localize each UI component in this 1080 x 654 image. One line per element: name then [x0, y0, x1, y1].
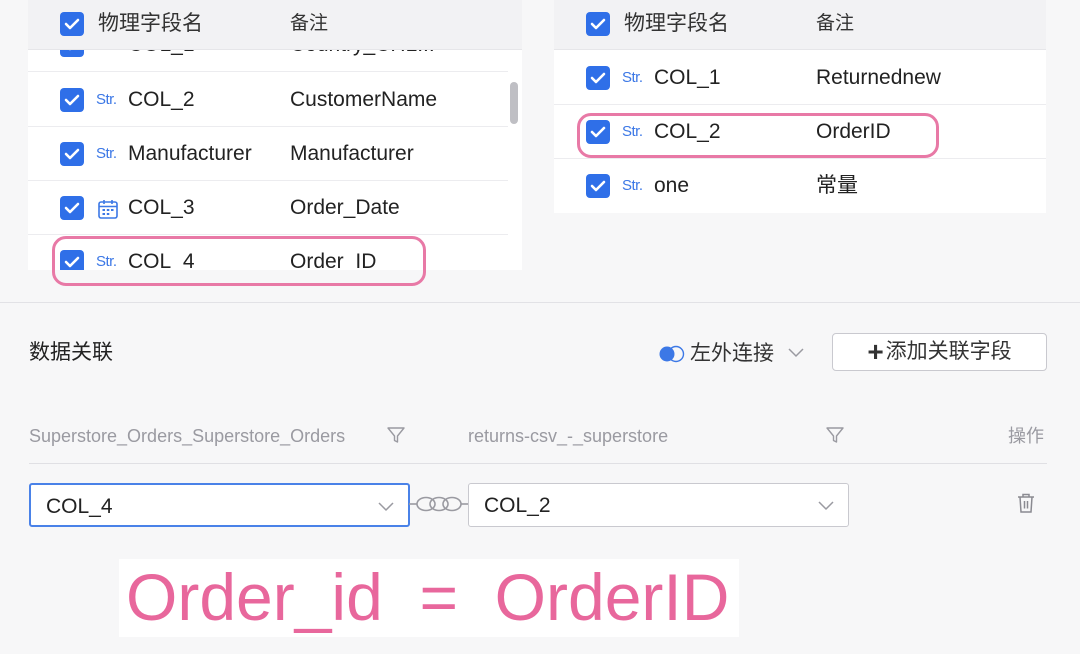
join-type-label: 左外连接 — [690, 342, 774, 365]
table-row[interactable]: Str. one 常量 — [554, 159, 1046, 213]
operations-header: 操作 — [1008, 426, 1044, 446]
note-header: 备注 — [816, 13, 855, 34]
right-field-table: 物理字段名 备注 Str. COL_1 Returnednew Str. COL… — [554, 0, 1046, 213]
left-field-table: 物理字段名 备注 Str. COL_1 Country_CHL... Str. … — [28, 0, 522, 270]
field-name: COL_4 — [128, 249, 195, 271]
data-relation-editor: 物理字段名 备注 Str. COL_1 Country_CHL... Str. … — [0, 0, 1080, 654]
field-note: Order_ID — [290, 249, 377, 271]
string-type-icon: Str. — [96, 252, 117, 270]
add-relation-field-label: 添加关联字段 — [885, 340, 1012, 363]
right-field-select[interactable]: COL_2 — [468, 483, 849, 527]
row-checkbox[interactable] — [60, 141, 84, 166]
right-source-header: returns-csv_-_superstore — [468, 426, 669, 446]
row-checkbox[interactable] — [60, 195, 84, 220]
string-type-icon: Str. — [622, 177, 643, 194]
string-type-icon: Str. — [96, 90, 117, 108]
table-row[interactable]: COL_3 Order_Date — [28, 181, 508, 235]
string-type-icon: Str. — [96, 144, 117, 162]
field-note: 常量 — [816, 174, 858, 197]
table-row[interactable]: Str. COL_2 OrderID — [554, 105, 1046, 159]
scrollbar-thumb[interactable] — [510, 82, 518, 124]
left-table-header: 物理字段名 备注 — [28, 0, 522, 50]
field-name: COL_1 — [654, 65, 721, 89]
select-all-checkbox[interactable] — [586, 12, 610, 36]
field-note: OrderID — [816, 119, 891, 143]
select-all-checkbox[interactable] — [60, 12, 84, 36]
row-checkbox[interactable] — [586, 119, 610, 144]
join-type-select[interactable]: 左外连接 — [658, 340, 804, 368]
left-field-value: COL_4 — [46, 495, 113, 518]
field-note: CustomerName — [290, 87, 438, 111]
chevron-down-icon — [788, 345, 804, 363]
filter-icon[interactable] — [386, 425, 406, 450]
table-row[interactable]: Str. COL_2 CustomerName — [28, 73, 508, 127]
data-relation-title: 数据关联 — [29, 341, 113, 364]
field-note: Manufacturer — [290, 141, 414, 165]
field-note: Returnednew — [816, 65, 941, 89]
string-type-icon: Str. — [622, 68, 643, 86]
right-table-header: 物理字段名 备注 — [554, 0, 1046, 50]
link-chain-icon — [409, 494, 469, 519]
right-field-value: COL_2 — [484, 494, 551, 517]
field-name: COL_3 — [128, 195, 195, 219]
calendar-icon — [97, 198, 119, 219]
trash-icon[interactable] — [1016, 492, 1036, 519]
table-row[interactable]: Str. COL_4 Order_ID — [28, 235, 508, 270]
add-relation-field-button[interactable]: + 添加关联字段 — [832, 333, 1047, 371]
section-divider — [0, 302, 1080, 303]
physical-field-name-header: 物理字段名 — [624, 12, 729, 35]
filter-icon[interactable] — [825, 425, 845, 450]
left-join-icon — [658, 345, 686, 363]
header-divider — [29, 463, 1047, 464]
row-checkbox[interactable] — [586, 65, 610, 90]
field-name: Manufacturer — [128, 141, 252, 165]
field-note: Order_Date — [290, 195, 400, 219]
note-header: 备注 — [290, 13, 329, 34]
chevron-down-icon — [378, 499, 394, 517]
field-name: one — [654, 174, 690, 197]
physical-field-name-header: 物理字段名 — [98, 12, 203, 35]
left-source-header: Superstore_Orders_Superstore_Orders — [29, 426, 346, 446]
row-checkbox[interactable] — [60, 249, 84, 270]
chevron-down-icon — [818, 498, 834, 516]
join-annotation: Order_id = OrderID — [126, 560, 730, 634]
plus-icon: + — [867, 336, 884, 367]
row-checkbox[interactable] — [60, 87, 84, 112]
field-name: COL_2 — [654, 119, 721, 143]
table-row[interactable]: Str. COL_1 Returnednew — [554, 51, 1046, 105]
field-name: COL_2 — [128, 87, 195, 111]
row-checkbox[interactable] — [586, 174, 610, 198]
left-field-select[interactable]: COL_4 — [29, 483, 410, 527]
string-type-icon: Str. — [622, 122, 643, 140]
table-row[interactable]: Str. Manufacturer Manufacturer — [28, 127, 508, 181]
